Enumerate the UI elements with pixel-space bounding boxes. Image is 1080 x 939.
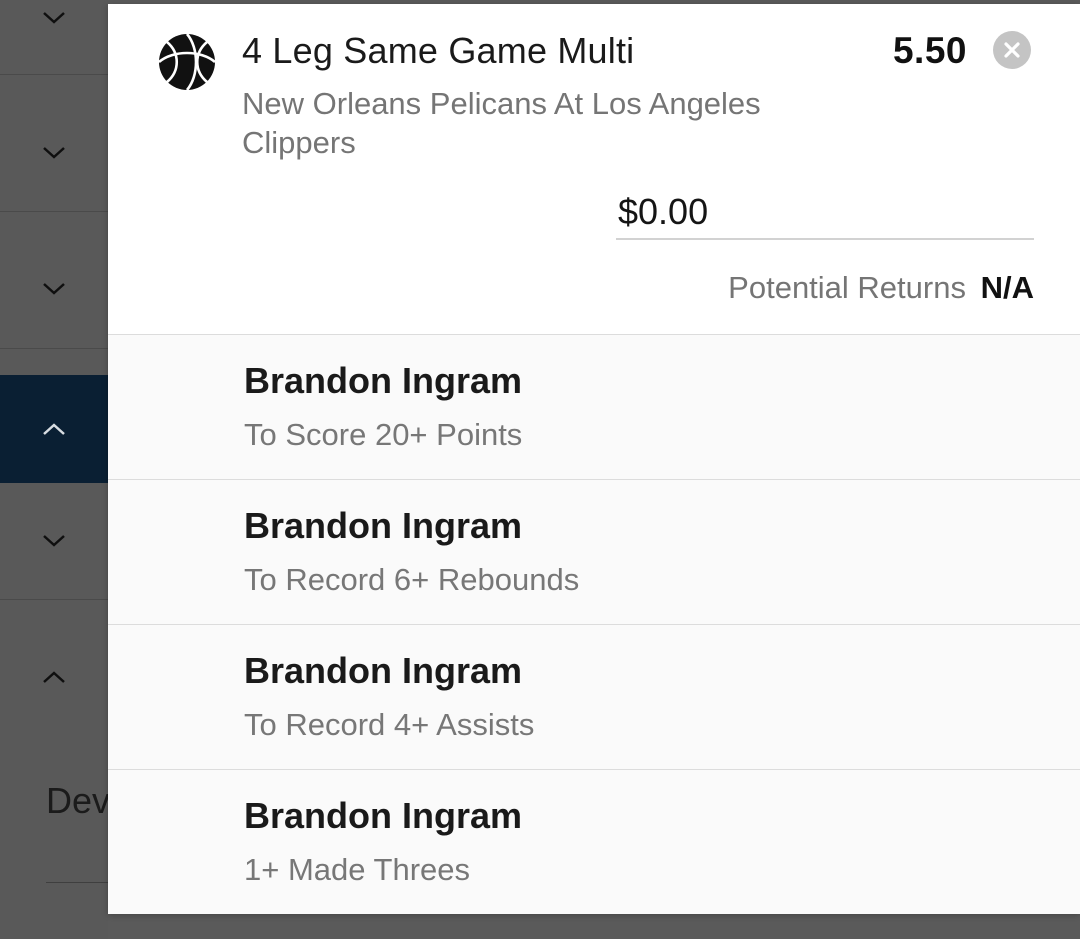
leg-item: Brandon Ingram To Record 6+ Rebounds xyxy=(108,479,1080,624)
close-icon xyxy=(1004,42,1020,58)
accordion-row[interactable] xyxy=(0,483,108,599)
leg-market: To Score 20+ Points xyxy=(244,417,523,452)
background-sidebar: Dev xyxy=(0,0,108,939)
chevron-down-icon xyxy=(43,283,65,295)
bet-title: 4 Leg Same Game Multi xyxy=(242,30,635,71)
bet-header: 4 Leg Same Game Multi 5.50 New Orleans P… xyxy=(108,4,1080,334)
accordion-row[interactable] xyxy=(0,94,108,212)
divider xyxy=(0,211,108,212)
accordion-row[interactable] xyxy=(0,620,108,734)
leg-player: Brandon Ingram xyxy=(244,795,523,836)
divider xyxy=(46,882,108,883)
bet-legs-list: Brandon Ingram To Score 20+ Points Brand… xyxy=(108,334,1080,914)
chevron-down-icon xyxy=(43,12,65,24)
leg-item: Brandon Ingram To Score 20+ Points xyxy=(108,334,1080,479)
potential-returns-label: Potential Returns xyxy=(728,270,966,305)
chevron-up-icon xyxy=(43,423,65,435)
bet-odds: 5.50 xyxy=(892,30,967,71)
bet-slip-card: 4 Leg Same Game Multi 5.50 New Orleans P… xyxy=(108,4,1080,914)
potential-returns: Potential Returns N/A xyxy=(728,270,1034,306)
divider xyxy=(0,599,108,600)
leg-player: Brandon Ingram xyxy=(244,505,523,546)
divider xyxy=(0,74,108,75)
chevron-down-icon xyxy=(43,147,65,159)
accordion-row-active[interactable] xyxy=(0,375,108,483)
accordion-row[interactable] xyxy=(0,230,108,348)
potential-returns-value: N/A xyxy=(980,270,1034,305)
leg-player: Brandon Ingram xyxy=(244,650,523,691)
match-name: New Orleans Pelicans At Los Angeles Clip… xyxy=(242,86,761,160)
remove-bet-button[interactable] xyxy=(993,31,1031,69)
basketball-icon xyxy=(158,33,216,91)
divider xyxy=(0,348,108,349)
chevron-down-icon xyxy=(43,535,65,547)
background-partial-label: Dev xyxy=(46,780,108,821)
chevron-up-icon xyxy=(43,671,65,683)
accordion-row[interactable] xyxy=(0,0,108,36)
leg-market: 1+ Made Threes xyxy=(244,852,471,887)
leg-market: To Record 6+ Rebounds xyxy=(244,562,580,597)
stake-input[interactable] xyxy=(616,186,1034,240)
leg-item: Brandon Ingram 1+ Made Threes xyxy=(108,769,1080,914)
leg-market: To Record 4+ Assists xyxy=(244,707,535,742)
leg-item: Brandon Ingram To Record 4+ Assists xyxy=(108,624,1080,769)
leg-player: Brandon Ingram xyxy=(244,360,523,401)
